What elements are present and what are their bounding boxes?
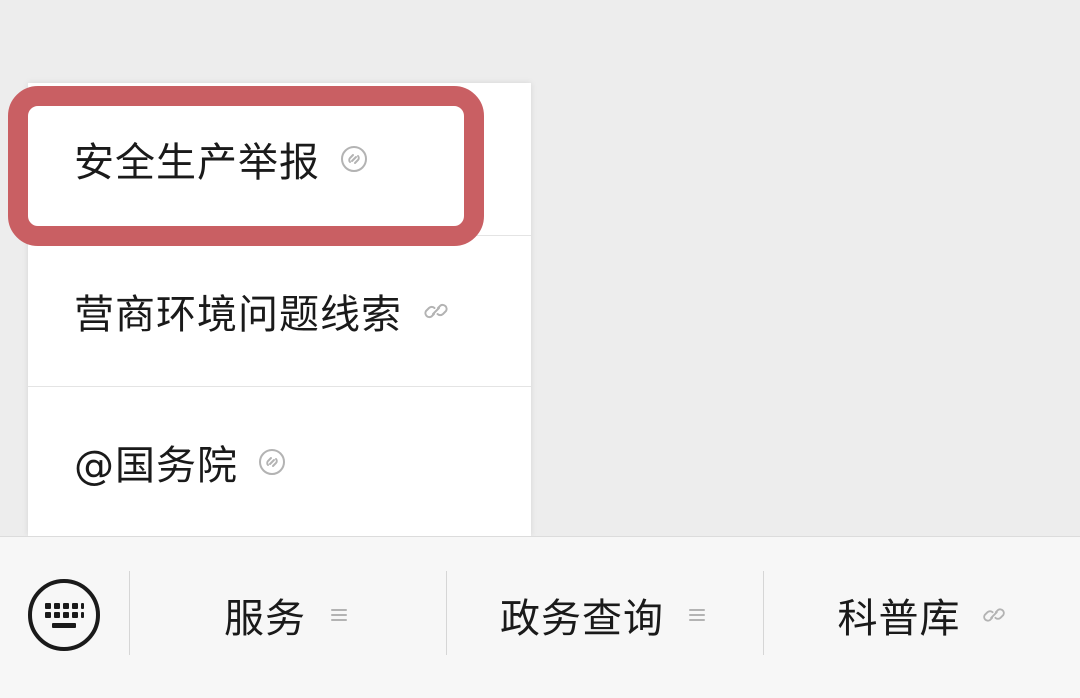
menu-button-science-library[interactable]: 科普库 xyxy=(764,537,1080,692)
menu-button-label: 政务查询 xyxy=(500,595,664,642)
popup-item-label: 营商环境问题线索 xyxy=(74,291,402,338)
popup-item-label: @国务院 xyxy=(74,442,238,489)
keyboard-icon[interactable] xyxy=(26,577,102,653)
popup-item-state-council[interactable]: @国务院 xyxy=(28,386,531,536)
link-icon xyxy=(424,303,448,318)
popup-item-safety-report[interactable]: 安全生产举报 xyxy=(28,83,531,235)
submenu-lines-icon xyxy=(689,608,705,621)
menu-button-services[interactable]: 服务 xyxy=(130,537,446,692)
mini-program-icon xyxy=(259,448,285,475)
menu-button-gov-query[interactable]: 政务查询 xyxy=(447,537,763,692)
bottom-menu-bar: 服务 政务查询 科普库 xyxy=(0,536,1080,698)
popup-submenu: 安全生产举报 营商环境问题线索 @国务院 xyxy=(28,83,531,536)
popup-item-label: 安全生产举报 xyxy=(74,140,320,186)
submenu-lines-icon xyxy=(331,608,347,621)
menu-button-label: 科普库 xyxy=(837,595,961,642)
link-icon xyxy=(982,607,1005,622)
mini-program-icon xyxy=(341,146,367,172)
menu-button-label: 服务 xyxy=(224,595,306,642)
popup-item-business-environment[interactable]: 营商环境问题线索 xyxy=(28,235,531,385)
